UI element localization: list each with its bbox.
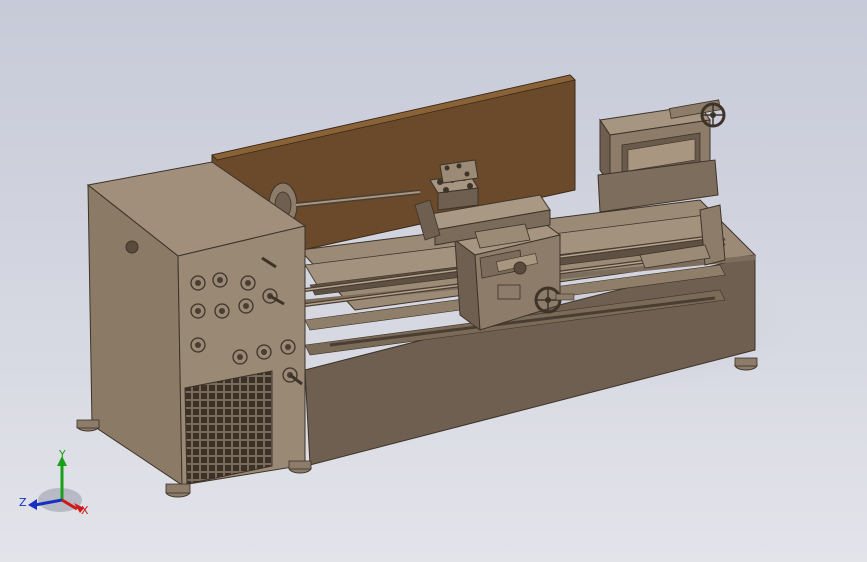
coordinate-triad: Y X Z — [19, 448, 89, 517]
lathe-model[interactable]: Y X Z — [0, 0, 867, 562]
y-axis-label: Y — [58, 448, 66, 461]
z-axis-label: Z — [19, 496, 27, 509]
graphics-viewport[interactable]: Y X Z — [0, 0, 867, 562]
tailstock — [597, 99, 726, 213]
x-axis-label: X — [81, 504, 89, 517]
access-hole — [125, 240, 139, 254]
vent-grille — [184, 370, 273, 485]
